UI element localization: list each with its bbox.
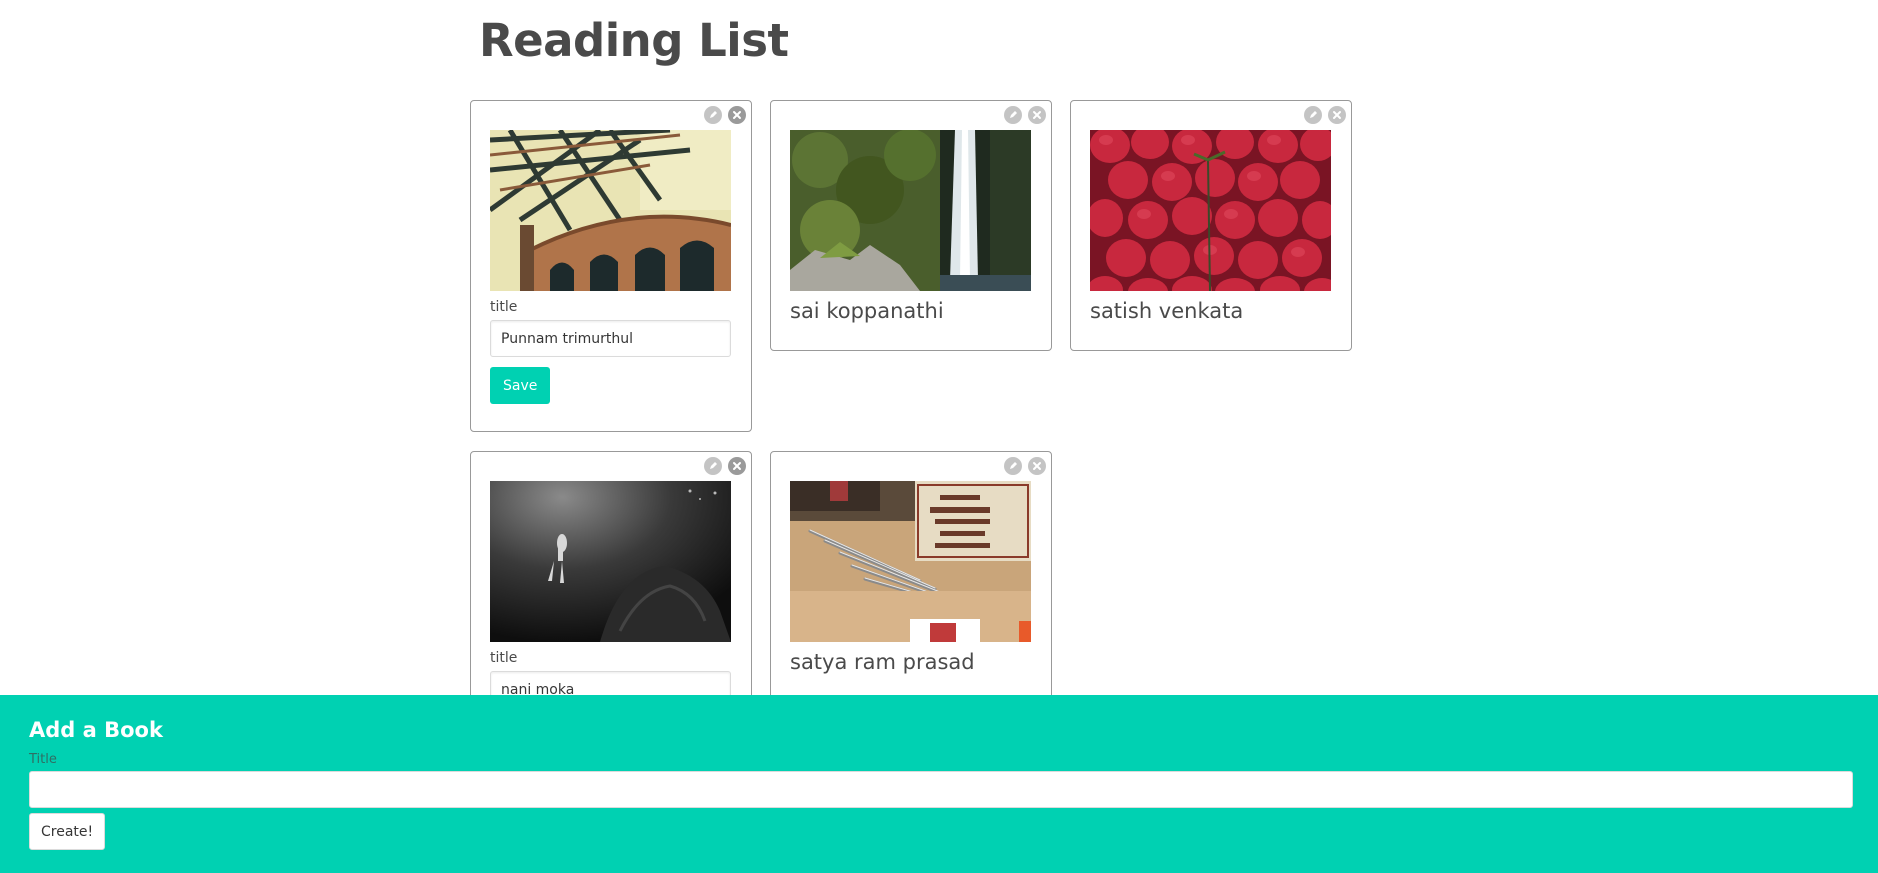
book-card: satish venkata [1070,100,1352,351]
book-card: title Save [470,100,752,432]
diver-photo [490,481,731,642]
title-input[interactable] [490,320,731,357]
page-title: Reading List [479,14,789,67]
title-field-label: title [490,650,518,666]
close-icon[interactable] [1028,106,1046,124]
book-cover-image [490,130,731,291]
pencil-icon[interactable] [704,106,722,124]
card-tools [704,106,746,124]
card-tools [1304,106,1346,124]
waterfall-photo [790,130,1031,291]
title-field-label: title [490,299,518,315]
book-cover-image [490,481,731,642]
pencil-icon[interactable] [704,457,722,475]
pencil-icon[interactable] [1304,106,1322,124]
save-button[interactable]: Save [490,367,551,404]
close-icon[interactable] [728,457,746,475]
add-book-heading: Add a Book [29,718,163,742]
card-tools [1004,457,1046,475]
book-card: sai koppanathi [770,100,1052,351]
book-title: satish venkata [1090,299,1244,323]
title-label: Title [29,752,57,767]
book-cover-image [790,481,1031,642]
close-icon[interactable] [1328,106,1346,124]
close-icon[interactable] [1028,457,1046,475]
strawberries-photo [1090,130,1331,291]
book-card: satya ram prasad [770,451,1052,702]
book-title: sai koppanathi [790,299,944,323]
card-tools [704,457,746,475]
close-icon[interactable] [728,106,746,124]
add-book-panel: Add a Book Title Create! [0,695,1878,873]
pencil-icon[interactable] [1004,106,1022,124]
book-cover-image [790,130,1031,291]
card-tools [1004,106,1046,124]
book-title: satya ram prasad [790,650,975,674]
new-book-title-input[interactable] [29,771,1853,808]
book-cover-image [1090,130,1331,291]
create-button[interactable]: Create! [29,813,106,850]
bridge-photo [490,130,731,291]
pencil-icon[interactable] [1004,457,1022,475]
pencils-photo [790,481,1031,642]
